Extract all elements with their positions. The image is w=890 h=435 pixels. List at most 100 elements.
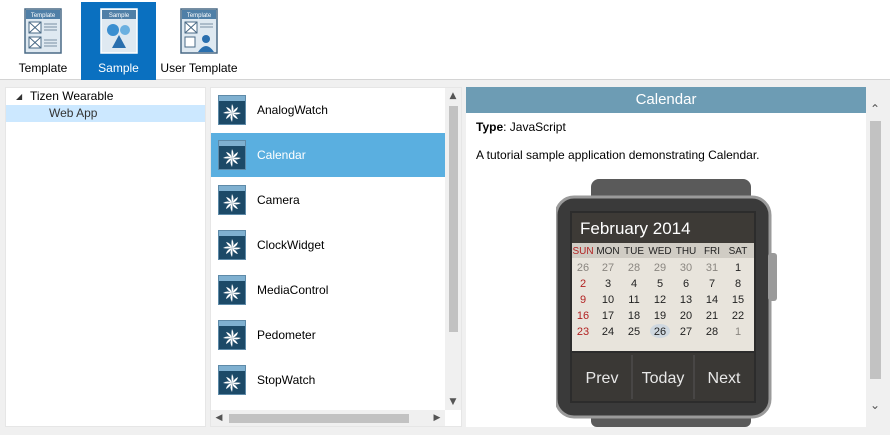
calendar-day-cell: 9 — [580, 294, 586, 306]
tree-expand-arrow-icon[interactable]: ◢ — [16, 88, 22, 105]
sample-list-item[interactable]: ClockWidget — [211, 223, 445, 267]
tizen-app-icon — [218, 365, 246, 395]
detail-type: Type: JavaScript — [476, 120, 566, 134]
calendar-day-cell: 7 — [709, 278, 715, 290]
calendar-day-cell: 21 — [706, 310, 718, 322]
scroll-down-arrow-icon[interactable]: ⌄ — [867, 397, 883, 413]
calendar-day-cell: 16 — [577, 310, 589, 322]
sample-button[interactable]: Sample Sample — [81, 2, 156, 80]
calendar-day-cell: 18 — [628, 310, 640, 322]
sample-list-vertical-scrollbar[interactable]: ▲ ▼ — [445, 88, 461, 410]
calendar-weekday-label: FRI — [704, 246, 720, 257]
calendar-day-cell: 17 — [602, 310, 614, 322]
calendar-day-cell: 27 — [680, 326, 692, 338]
calendar-day-cell: 10 — [602, 294, 614, 306]
template-button[interactable]: Template Template — [10, 2, 76, 80]
tizen-new-project-wizard: Template Template Sample Sample Template… — [0, 0, 890, 435]
sample-list-item[interactable]: StopWatch — [211, 358, 445, 402]
user-template-button-label: User Template — [160, 61, 238, 75]
calendar-day-cell: 14 — [706, 294, 718, 306]
calendar-day-cell: 28 — [706, 326, 718, 338]
calendar-day-cell: 15 — [732, 294, 744, 306]
tizen-app-icon — [218, 140, 246, 170]
calendar-day-cell: 26 — [654, 326, 666, 338]
tizen-app-icon — [218, 320, 246, 350]
watch-preview-image: February 2014 SUN MON TUE WED THU FRI SAT26 27 2… — [556, 179, 777, 427]
user-template-button[interactable]: Template User Template — [160, 2, 238, 80]
template-icon-caption: Template — [31, 13, 56, 19]
calendar-weekday-label: SUN — [572, 246, 593, 257]
calendar-day-cell: 25 — [628, 326, 640, 338]
detail-type-label: Type — [476, 120, 504, 134]
calendar-day-cell: 3 — [605, 278, 611, 290]
tizen-app-icon — [218, 275, 246, 305]
calendar-day-cell: 31 — [706, 262, 718, 274]
tree-item-tizen-wearable[interactable]: ◢ Tizen Wearable — [6, 88, 205, 105]
calendar-day-cell: 2 — [580, 278, 586, 290]
scroll-left-arrow-icon[interactable]: ◀ — [211, 410, 227, 426]
user-template-icon-caption: Template — [187, 13, 212, 19]
calendar-weekday-label: MON — [596, 246, 619, 257]
calendar-day-cell: 29 — [654, 262, 666, 274]
sample-icon-caption: Sample — [108, 13, 129, 19]
tree-item-label: Web App — [49, 106, 98, 120]
calendar-day-cell: 30 — [680, 262, 692, 274]
calendar-weekday-label: TUE — [624, 246, 644, 257]
calendar-day-cell: 5 — [657, 278, 663, 290]
template-type-toolbar: Template Template Sample Sample Template… — [0, 0, 890, 80]
sample-icon: Sample — [99, 8, 138, 54]
sample-list-item-label: Pedometer — [257, 328, 316, 342]
scrollbar-thumb[interactable] — [870, 121, 881, 379]
calendar-weekday-label: SAT — [729, 246, 748, 257]
sample-list-item[interactable]: Calendar — [211, 133, 445, 177]
sample-list-item-label: Calendar — [257, 148, 306, 162]
detail-vertical-scrollbar[interactable]: ⌃ ⌄ — [866, 99, 885, 415]
calendar-today-button: Today — [642, 370, 685, 387]
sample-list-item[interactable]: Pedometer — [211, 313, 445, 357]
tree-item-label: Tizen Wearable — [30, 89, 114, 103]
calendar-day-cell: 23 — [577, 326, 589, 338]
tizen-app-icon — [218, 95, 246, 125]
calendar-day-cell: 28 — [628, 262, 640, 274]
calendar-day-cell: 1 — [735, 326, 741, 338]
scrollbar-thumb[interactable] — [229, 414, 409, 423]
tizen-app-icon — [218, 230, 246, 260]
scrollbar-thumb[interactable] — [449, 106, 458, 332]
detail-title: Calendar — [466, 87, 866, 113]
sample-list-item-label: Camera — [257, 193, 300, 207]
scroll-up-arrow-icon[interactable]: ⌃ — [867, 101, 883, 117]
sample-list-item[interactable]: Camera — [211, 178, 445, 222]
watch-crown — [768, 253, 777, 301]
calendar-day-cell: 6 — [683, 278, 689, 290]
scroll-down-arrow-icon[interactable]: ▼ — [445, 394, 461, 410]
sample-detail-panel: Calendar Type: JavaScript A tutorial sam… — [466, 87, 866, 427]
sample-list-item[interactable]: AnalogWatch — [211, 88, 445, 132]
calendar-day-cell: 12 — [654, 294, 666, 306]
calendar-next-button: Next — [708, 370, 741, 387]
detail-description: A tutorial sample application demonstrat… — [476, 148, 760, 162]
scroll-right-arrow-icon[interactable]: ▶ — [429, 410, 445, 426]
platform-tree: ◢ Tizen Wearable Web App — [5, 87, 206, 427]
sample-list-item-label: ClockWidget — [257, 238, 325, 252]
scroll-up-arrow-icon[interactable]: ▲ — [445, 88, 461, 104]
calendar-day-cell: 8 — [735, 278, 741, 290]
sample-list-item-label: MediaControl — [257, 283, 329, 297]
calendar-day-cell: 19 — [654, 310, 666, 322]
sample-list-horizontal-scrollbar[interactable]: ◀ ▶ — [211, 410, 445, 426]
tree-item-web-app[interactable]: Web App — [6, 105, 205, 122]
user-template-icon: Template — [180, 8, 218, 54]
calendar-day-cell: 4 — [631, 278, 637, 290]
template-icon: Template — [24, 8, 62, 54]
sample-list-item-label: AnalogWatch — [257, 103, 328, 117]
calendar-day-cell: 27 — [602, 262, 614, 274]
calendar-prev-button: Prev — [586, 370, 619, 387]
calendar-weekday-label: WED — [648, 246, 671, 257]
template-button-label: Template — [18, 61, 68, 75]
calendar-day-cell: 26 — [577, 262, 589, 274]
calendar-day-cell: 24 — [602, 326, 614, 338]
calendar-day-cell: 11 — [628, 294, 639, 306]
calendar-day-cell: 22 — [732, 310, 744, 322]
sample-list-item[interactable]: MediaControl — [211, 268, 445, 312]
sample-list-item-label: StopWatch — [257, 373, 316, 387]
calendar-day-cell: 20 — [680, 310, 692, 322]
